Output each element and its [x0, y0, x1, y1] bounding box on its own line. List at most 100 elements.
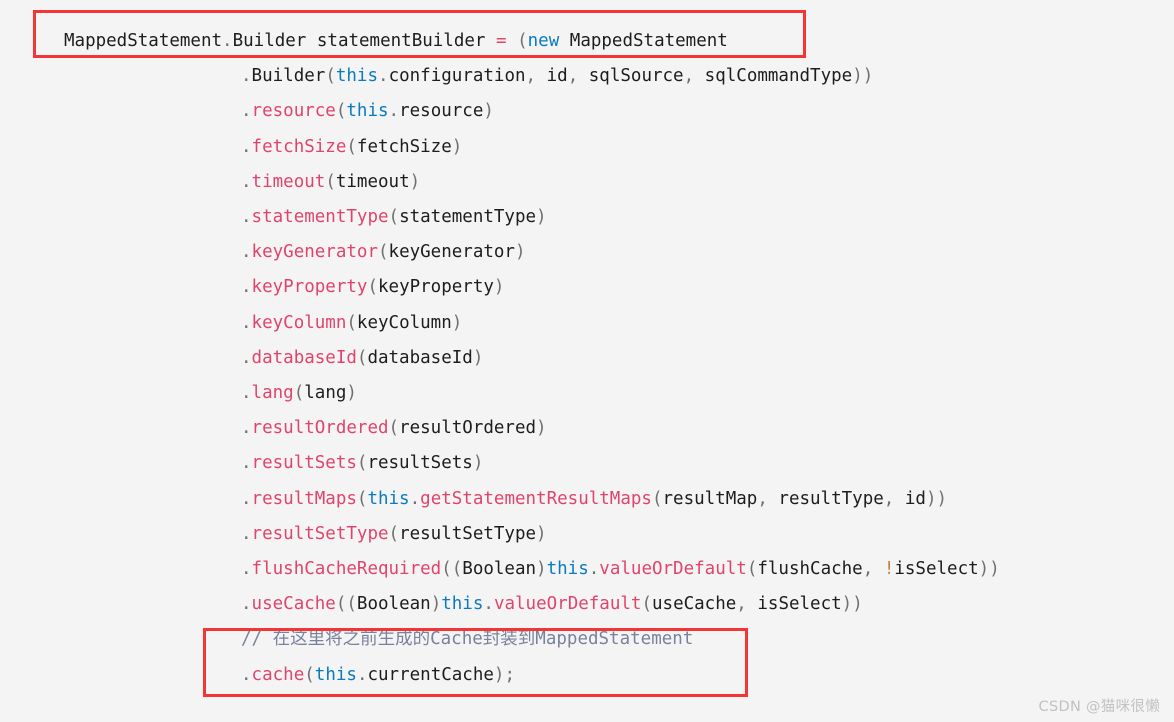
token-comment: MappedStatement	[535, 629, 694, 650]
token-punc: ,	[862, 559, 874, 579]
token-punc: (	[367, 277, 378, 298]
token-punc: )	[472, 347, 484, 368]
token-method: fetchSize	[251, 136, 347, 157]
token-punc: ((	[441, 559, 463, 579]
token-punc: ((	[335, 594, 357, 615]
token-kw: this	[441, 594, 484, 615]
token-kw: this	[314, 664, 357, 685]
token-punc: .	[241, 347, 252, 368]
token-method: resultSets	[251, 453, 357, 474]
line-6-statementtype: .statementType(statementType)	[241, 206, 547, 228]
token-plain: lang	[304, 383, 347, 403]
line-10-databaseid: .databaseId(databaseId)	[241, 347, 483, 369]
token-punc: (	[388, 523, 400, 544]
token-punc: .	[241, 277, 252, 298]
line-15-resultsettype: .resultSetType(resultSetType)	[241, 523, 547, 545]
token-plain: Boolean	[462, 559, 537, 579]
token-punc: .	[241, 594, 252, 615]
token-punc: .	[378, 66, 389, 87]
token-method: keyColumn	[251, 312, 347, 333]
token-bang: !	[883, 559, 895, 579]
token-plain: MappedStatement	[559, 31, 728, 51]
token-punc: (	[746, 559, 758, 579]
token-punc: )	[451, 136, 463, 157]
token-plain: useCache	[652, 594, 737, 615]
token-op: =	[496, 31, 507, 51]
token-punc: .	[483, 594, 494, 615]
token-punc: .	[588, 559, 600, 579]
token-punc: .	[241, 242, 252, 263]
token-punc: (	[356, 488, 368, 509]
token-punc: );	[493, 664, 515, 685]
token-plain: resource	[399, 101, 484, 122]
line-13-resultsets: .resultSets(resultSets)	[241, 452, 483, 474]
token-punc: ,	[736, 594, 747, 615]
token-punc: .	[241, 66, 252, 87]
token-method: resultSetType	[251, 523, 389, 544]
token-punc: (	[325, 171, 336, 192]
token-punc: .	[241, 664, 252, 685]
token-punc: .	[409, 488, 421, 509]
line-5-timeout: .timeout(timeout)	[241, 171, 420, 193]
token-punc: (	[325, 66, 336, 87]
token-punc: )	[483, 101, 494, 122]
token-punc: )	[493, 277, 505, 298]
token-punc: (	[356, 347, 368, 368]
token-punc: .	[241, 171, 252, 192]
line-14-resultmaps: .resultMaps(this.getStatementResultMaps(…	[241, 488, 947, 510]
token-plain: keyGenerator	[388, 242, 515, 263]
token-plain: sqlCommandType	[694, 66, 853, 87]
token-plain: keyProperty	[378, 277, 494, 298]
token-punc: (	[641, 594, 652, 615]
line-1-declaration: MappedStatement.Builder statementBuilder…	[64, 30, 728, 52]
token-punc: ,	[883, 488, 895, 509]
token-punc: .	[241, 523, 252, 544]
token-punc: .	[241, 559, 252, 579]
token-punc: )	[536, 523, 547, 544]
token-punc: .	[241, 418, 252, 439]
token-plain: statementType	[399, 207, 537, 227]
line-19-cache: .cache(this.currentCache);	[241, 664, 515, 686]
token-punc: (	[388, 418, 400, 439]
token-kw: this	[367, 488, 410, 509]
token-punc: ,	[683, 66, 695, 87]
token-punc: (	[293, 383, 305, 403]
token-method: resource	[251, 101, 336, 122]
line-7-keygenerator: .keyGenerator(keyGenerator)	[241, 241, 526, 263]
token-punc: )	[346, 383, 357, 403]
token-plain: Boolean	[356, 594, 431, 615]
token-punc: .	[241, 101, 252, 122]
token-plain: id	[894, 488, 926, 509]
token-punc: (	[377, 242, 389, 263]
token-plain: resultSets	[367, 453, 473, 474]
token-method: resultMaps	[251, 488, 357, 509]
token-plain: fetchSize	[356, 136, 452, 157]
token-punc: .	[356, 664, 368, 685]
watermark: CSDN @猫咪很懒	[1038, 699, 1160, 715]
token-punc: .	[241, 453, 252, 474]
token-method: cache	[251, 664, 305, 685]
token-plain: resultMap	[662, 488, 758, 509]
token-kw: this	[546, 559, 589, 579]
line-12-resultordered: .resultOrdered(resultOrdered)	[241, 417, 547, 439]
token-punc: (	[346, 312, 357, 333]
code-canvas: MappedStatement. Builder statementBuilder…	[0, 0, 1174, 722]
token-plain: timeout	[335, 171, 410, 192]
token-punc: )	[536, 207, 547, 227]
token-kw: new	[527, 31, 560, 51]
token-plain: isSelect	[746, 594, 842, 615]
line-18-comment: // 在这里将之前生成的Cache封装到MappedStatement	[241, 628, 693, 650]
line-11-lang: .lang(lang)	[241, 382, 357, 404]
token-punc: )	[430, 594, 442, 615]
line-17-usecache: .useCache((Boolean)this.valueOrDefault(u…	[241, 593, 863, 615]
token-method: databaseId	[251, 347, 357, 368]
line-2-builder: .Builder(this.configuration, id, sqlSour…	[241, 65, 873, 87]
token-punc: .	[241, 488, 252, 509]
token-comment: //	[241, 629, 273, 650]
token-punc: (	[517, 31, 528, 51]
token-plain: keyColumn	[356, 312, 452, 333]
token-punc: ,	[567, 66, 579, 87]
line-8-keyproperty: .keyProperty(keyProperty)	[241, 276, 504, 298]
token-punc: .	[241, 207, 252, 227]
token-punc: )	[536, 559, 547, 579]
